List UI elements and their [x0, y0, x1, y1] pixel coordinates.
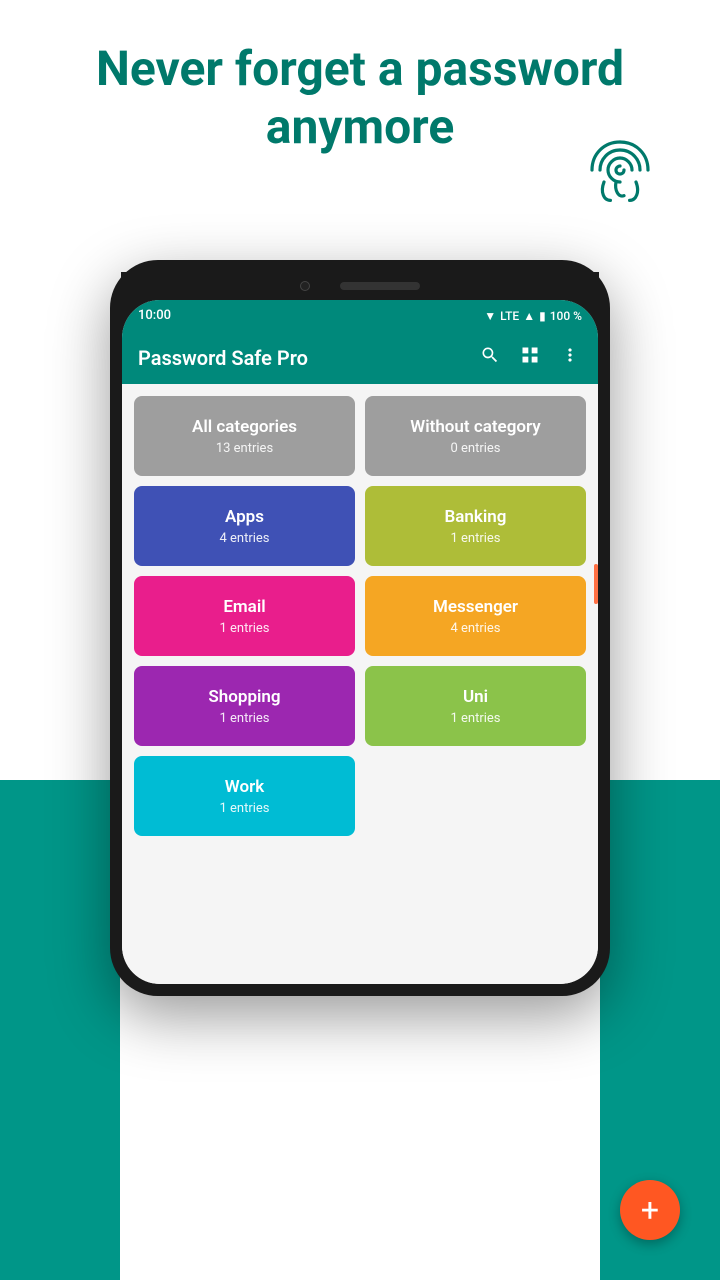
headline-line1: Never forget a password [0, 40, 720, 98]
category-work-name: Work [225, 777, 264, 797]
battery-level: 100 % [550, 309, 582, 323]
category-email-entries: 1 entries [219, 621, 269, 636]
category-shopping[interactable]: Shopping 1 entries [134, 666, 355, 746]
category-uni-name: Uni [463, 687, 488, 707]
category-uni-entries: 1 entries [450, 711, 500, 726]
lte-label: LTE [500, 309, 519, 323]
phone-mockup: 10:00 ▼ LTE ▲ ▮ 100 % Password Safe Pro [110, 260, 610, 996]
more-options-button[interactable] [558, 345, 582, 370]
category-all-categories-entries: 13 entries [216, 441, 273, 456]
category-email-name: Email [223, 597, 265, 617]
phone-notch [121, 272, 599, 300]
app-bar-title: Password Safe Pro [138, 346, 308, 370]
category-all-categories-name: All categories [192, 417, 297, 437]
app-bar-icons [478, 345, 582, 370]
category-all-categories[interactable]: All categories 13 entries [134, 396, 355, 476]
grid-view-button[interactable] [518, 345, 542, 370]
search-button[interactable] [478, 345, 502, 370]
category-work[interactable]: Work 1 entries [134, 756, 355, 836]
fingerprint-icon [580, 130, 660, 210]
bg-teal-left [0, 780, 120, 1280]
categories-grid: All categories 13 entries Without catego… [134, 396, 586, 836]
speaker [340, 282, 420, 290]
category-banking[interactable]: Banking 1 entries [365, 486, 586, 566]
wifi-icon: ▼ [484, 309, 496, 323]
add-icon: + [641, 1191, 659, 1229]
category-apps[interactable]: Apps 4 entries [134, 486, 355, 566]
category-apps-entries: 4 entries [219, 531, 269, 546]
category-without-category-entries: 0 entries [450, 441, 500, 456]
category-banking-name: Banking [445, 507, 507, 527]
status-time: 10:00 [138, 308, 171, 323]
phone-screen: 10:00 ▼ LTE ▲ ▮ 100 % Password Safe Pro [122, 300, 598, 984]
battery-icon: ▮ [539, 309, 546, 323]
status-bar: 10:00 ▼ LTE ▲ ▮ 100 % [122, 300, 598, 331]
category-messenger-name: Messenger [433, 597, 518, 617]
category-work-entries: 1 entries [219, 801, 269, 816]
scroll-indicator[interactable] [594, 564, 598, 604]
category-banking-entries: 1 entries [450, 531, 500, 546]
signal-icon: ▲ [523, 309, 535, 323]
add-button[interactable]: + [620, 1180, 680, 1240]
app-bar: Password Safe Pro [122, 331, 598, 384]
category-without-category-name: Without category [410, 417, 540, 437]
category-without-category[interactable]: Without category 0 entries [365, 396, 586, 476]
content-area: All categories 13 entries Without catego… [122, 384, 598, 984]
category-shopping-entries: 1 entries [219, 711, 269, 726]
category-messenger-entries: 4 entries [450, 621, 500, 636]
category-messenger[interactable]: Messenger 4 entries [365, 576, 586, 656]
category-uni[interactable]: Uni 1 entries [365, 666, 586, 746]
category-email[interactable]: Email 1 entries [134, 576, 355, 656]
camera-dot [300, 281, 310, 291]
status-right: ▼ LTE ▲ ▮ 100 % [484, 309, 582, 323]
category-apps-name: Apps [225, 507, 264, 527]
category-shopping-name: Shopping [208, 687, 280, 707]
phone-outer: 10:00 ▼ LTE ▲ ▮ 100 % Password Safe Pro [110, 260, 610, 996]
